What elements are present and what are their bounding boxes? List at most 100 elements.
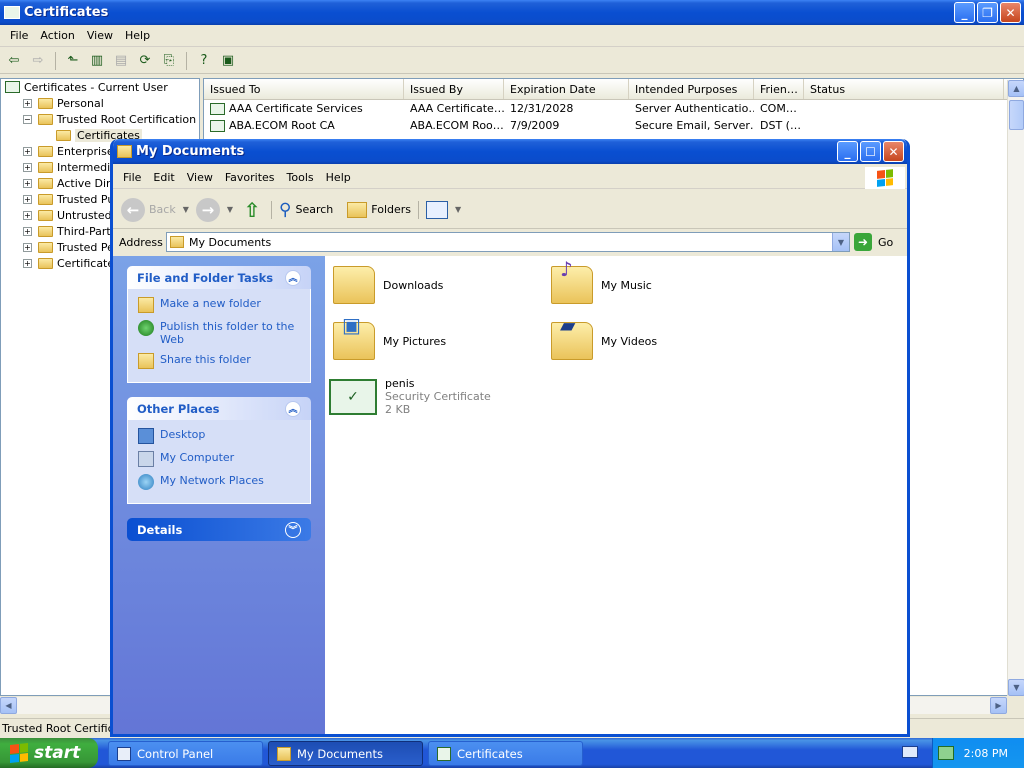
collapse-chevron-icon[interactable]: ︽ bbox=[285, 400, 301, 417]
taskbar-certificates[interactable]: Certificates bbox=[428, 741, 583, 766]
scroll-right-icon[interactable]: ▶ bbox=[990, 697, 1007, 714]
desktop-link[interactable]: Desktop bbox=[138, 428, 300, 444]
menu-help[interactable]: Help bbox=[320, 169, 357, 186]
menu-favorites[interactable]: Favorites bbox=[219, 169, 281, 186]
address-field[interactable]: My Documents ▼ bbox=[166, 232, 850, 252]
show-hide-tree-icon[interactable]: ▥ bbox=[87, 51, 107, 71]
menu-edit[interactable]: Edit bbox=[147, 169, 180, 186]
taskbar-my-documents[interactable]: My Documents bbox=[268, 741, 423, 766]
up-folder-icon[interactable]: ⇧ bbox=[240, 198, 264, 222]
restore-button[interactable]: ❐ bbox=[977, 2, 998, 23]
make-new-folder-link[interactable]: Make a new folder bbox=[138, 297, 300, 313]
menu-view[interactable]: View bbox=[181, 169, 219, 186]
certificate-list-vertical-scrollbar[interactable]: ▲ ▼ bbox=[1007, 80, 1024, 696]
menu-view[interactable]: View bbox=[81, 27, 119, 44]
folders-button[interactable]: Folders bbox=[371, 203, 411, 216]
share-folder-link[interactable]: Share this folder bbox=[138, 353, 300, 369]
forward-dropdown-icon[interactable]: ▼ bbox=[227, 205, 233, 214]
back-dropdown-icon[interactable]: ▼ bbox=[183, 205, 189, 214]
my-pictures-folder[interactable]: ▣ My Pictures bbox=[333, 313, 446, 360]
forward-arrow-icon[interactable]: ⇨ bbox=[28, 51, 48, 71]
copy-icon[interactable]: ▤ bbox=[111, 51, 131, 71]
details-header[interactable]: Details ︾ bbox=[127, 518, 311, 541]
table-row[interactable]: ABA.ECOM Root CA ABA.ECOM Roo… 7/9/2009 Sec… bbox=[204, 117, 1023, 134]
search-button[interactable]: Search bbox=[295, 203, 333, 216]
column-intended-purposes[interactable]: Intended Purposes bbox=[629, 79, 754, 99]
back-arrow-icon[interactable]: ← bbox=[121, 197, 145, 222]
go-button[interactable]: ➜ Go bbox=[854, 233, 893, 251]
my-music-folder[interactable]: ♪ My Music bbox=[551, 257, 652, 304]
my-videos-folder[interactable]: ▰ My Videos bbox=[551, 313, 657, 360]
my-network-places-link[interactable]: My Network Places bbox=[138, 474, 300, 490]
up-folder-icon[interactable]: ⬑ bbox=[63, 51, 83, 71]
refresh-icon[interactable]: ⟳ bbox=[135, 51, 155, 71]
forward-arrow-icon[interactable]: → bbox=[195, 197, 220, 222]
views-dropdown-icon[interactable]: ▼ bbox=[455, 205, 461, 214]
file-folder-tasks-header[interactable]: File and Folder Tasks ︽ bbox=[127, 266, 311, 289]
column-status[interactable]: Status bbox=[804, 79, 1004, 99]
tree-node[interactable]: − Trusted Root Certification Autho bbox=[1, 111, 199, 127]
network-tray-icon[interactable] bbox=[937, 746, 954, 760]
folder-icon bbox=[38, 177, 53, 189]
tree-node[interactable]: Certificates - Current User bbox=[1, 79, 199, 95]
maximize-button[interactable]: ☐ bbox=[860, 141, 881, 162]
my-computer-link[interactable]: My Computer bbox=[138, 451, 300, 467]
collapse-chevron-icon[interactable]: ︽ bbox=[285, 269, 301, 286]
other-places-header[interactable]: Other Places ︽ bbox=[127, 397, 311, 420]
column-expiration-date[interactable]: Expiration Date bbox=[504, 79, 629, 99]
my-computer-icon bbox=[138, 451, 154, 467]
scroll-down-icon[interactable]: ▼ bbox=[1008, 679, 1024, 696]
minimize-button[interactable]: _ bbox=[954, 2, 975, 23]
certificate-file-name: penis bbox=[385, 377, 415, 390]
menu-file[interactable]: File bbox=[4, 27, 34, 44]
views-icon[interactable] bbox=[426, 200, 449, 219]
expand-chevron-icon[interactable]: ︾ bbox=[285, 521, 301, 538]
expand-plus-icon[interactable]: + bbox=[23, 258, 32, 268]
menu-help[interactable]: Help bbox=[119, 27, 156, 44]
expand-plus-icon[interactable]: + bbox=[23, 242, 32, 252]
minimize-button[interactable]: _ bbox=[837, 141, 858, 162]
expand-plus-icon[interactable]: + bbox=[23, 146, 32, 156]
table-row[interactable]: AAA Certificate Services AAA Certificate…… bbox=[204, 100, 1023, 117]
keyboard-icon[interactable] bbox=[902, 746, 918, 758]
back-button-label[interactable]: Back bbox=[149, 203, 176, 216]
start-button[interactable]: start bbox=[0, 738, 98, 768]
publish-to-web-link[interactable]: Publish this folder to the Web bbox=[138, 320, 300, 346]
export-list-icon[interactable]: ⎘ bbox=[159, 51, 179, 71]
expand-plus-icon[interactable]: + bbox=[23, 194, 32, 204]
scroll-up-icon[interactable]: ▲ bbox=[1008, 80, 1024, 97]
downloads-folder[interactable]: Downloads bbox=[333, 266, 443, 304]
table-cell: AAA Certificate… bbox=[410, 102, 504, 115]
close-button[interactable]: ✕ bbox=[1000, 2, 1021, 23]
expand-plus-icon[interactable]: + bbox=[23, 210, 32, 220]
folders-icon[interactable] bbox=[347, 201, 368, 218]
address-label: Address bbox=[119, 235, 163, 249]
back-arrow-icon[interactable]: ⇦ bbox=[4, 51, 24, 71]
column-issued-to[interactable]: Issued To bbox=[204, 79, 404, 99]
expand-plus-icon[interactable]: + bbox=[23, 98, 32, 108]
address-dropdown-icon[interactable]: ▼ bbox=[832, 233, 849, 251]
column-friendly-name[interactable]: Frien… bbox=[754, 79, 804, 99]
status-text: Trusted Root Certificat bbox=[2, 722, 125, 735]
close-button[interactable]: ✕ bbox=[883, 141, 904, 162]
certificate-file[interactable]: ✓ penis Security Certificate 2 KB bbox=[329, 377, 491, 416]
table-cell: DST (… bbox=[760, 119, 801, 132]
collapse-minus-icon[interactable]: − bbox=[23, 114, 32, 124]
scroll-left-icon[interactable]: ◀ bbox=[0, 697, 17, 714]
tree-node[interactable]: + Personal bbox=[1, 95, 199, 111]
taskbar-control-panel[interactable]: Control Panel bbox=[108, 741, 263, 766]
scroll-thumb[interactable] bbox=[1009, 100, 1024, 130]
expand-plus-icon[interactable]: + bbox=[23, 162, 32, 172]
column-issued-by[interactable]: Issued By bbox=[404, 79, 504, 99]
search-icon[interactable]: ⚲ bbox=[279, 200, 291, 220]
help-icon[interactable]: ? bbox=[194, 51, 214, 71]
menu-tools[interactable]: Tools bbox=[281, 169, 320, 186]
my-documents-title-bar[interactable]: My Documents _ ☐ ✕ bbox=[113, 139, 907, 164]
menu-file[interactable]: File bbox=[117, 169, 147, 186]
certificates-title-bar[interactable]: Certificates _ ❐ ✕ bbox=[0, 0, 1024, 25]
properties-icon[interactable]: ▣ bbox=[218, 51, 238, 71]
clock[interactable]: 2:08 PM bbox=[964, 747, 1008, 760]
expand-plus-icon[interactable]: + bbox=[23, 226, 32, 236]
menu-action[interactable]: Action bbox=[34, 27, 80, 44]
expand-plus-icon[interactable]: + bbox=[23, 178, 32, 188]
